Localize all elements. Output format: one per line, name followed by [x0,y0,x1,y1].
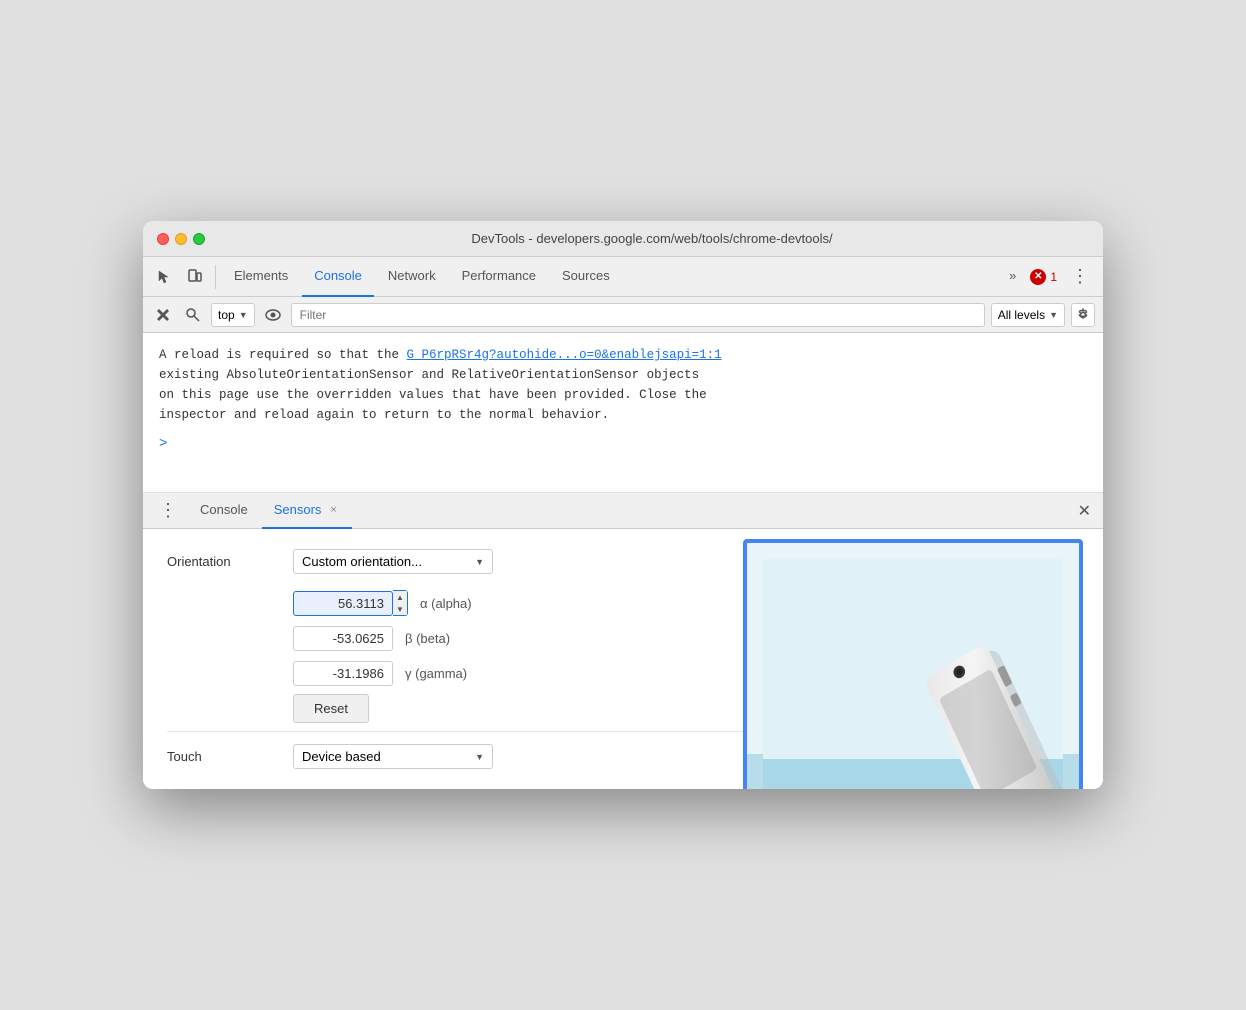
filter-input[interactable] [291,303,985,327]
close-sensors-tab-button[interactable]: × [327,503,339,517]
window-title: DevTools - developers.google.com/web/too… [215,231,1089,246]
console-message: A reload is required so that the G_P6rpR… [159,345,1087,365]
cursor-icon [157,269,173,285]
touch-dropdown-arrow-icon: ▼ [475,752,484,762]
alpha-label: α (alpha) [420,596,500,611]
kebab-icon: ⋮ [159,500,178,521]
close-button[interactable] [157,233,169,245]
more-options-button[interactable]: ⋮ [1065,266,1095,287]
toolbar-divider [215,265,216,289]
gamma-input[interactable]: -31.1986 [293,661,393,686]
device-visualization [747,543,1079,789]
orientation-label: Orientation [167,554,277,569]
touch-dropdown[interactable]: Device based ▼ [293,744,493,769]
sensors-content: Orientation Custom orientation... ▼ 56.3… [143,529,1103,789]
clear-icon [156,308,170,322]
filter-icon [186,308,200,322]
console-message-continuation: existing AbsoluteOrientationSensor and R… [159,365,1087,425]
spinner-buttons-alpha: ▲ ▼ [393,590,408,616]
gear-icon [1076,308,1090,322]
devtools-toolbar: Elements Console Network Performance Sou… [143,257,1103,297]
tab-network[interactable]: Network [376,257,448,297]
clear-console-button[interactable] [151,303,175,327]
eye-button[interactable] [261,303,285,327]
device-toolbar-button[interactable] [181,263,209,291]
tab-sources[interactable]: Sources [550,257,622,297]
console-output: A reload is required so that the G_P6rpR… [143,333,1103,493]
bottom-panel-menu[interactable]: ⋮ [151,500,186,521]
traffic-lights [157,233,205,245]
close-bottom-panel-button[interactable]: ✕ [1074,497,1095,525]
alpha-increment-button[interactable]: ▲ [393,591,407,603]
error-badge[interactable]: ✕ 1 [1030,269,1057,285]
dropdown-arrow-icon: ▼ [475,557,484,567]
tab-performance[interactable]: Performance [450,257,548,297]
minimize-button[interactable] [175,233,187,245]
filter-button[interactable] [181,303,205,327]
gamma-label: γ (gamma) [405,666,485,681]
bottom-tab-console[interactable]: Console [188,493,260,529]
alpha-spinner: 56.3113 ▲ ▼ [293,590,408,616]
tab-console[interactable]: Console [302,257,374,297]
tab-more[interactable]: » [997,257,1028,297]
context-selector[interactable]: top ▼ [211,303,255,327]
device-3d-overlay [743,539,1083,789]
maximize-button[interactable] [193,233,205,245]
reset-button[interactable]: Reset [293,694,369,723]
console-prompt[interactable]: > [159,433,1087,455]
inspect-element-button[interactable] [151,263,179,291]
devtools-window: DevTools - developers.google.com/web/too… [143,221,1103,789]
title-bar: DevTools - developers.google.com/web/too… [143,221,1103,257]
error-icon: ✕ [1030,269,1046,285]
alpha-input[interactable]: 56.3113 [293,591,393,616]
bottom-tabs-bar: ⋮ Console Sensors × ✕ [143,493,1103,529]
bottom-panel: ⋮ Console Sensors × ✕ Orientation Custom… [143,493,1103,789]
alpha-decrement-button[interactable]: ▼ [393,603,407,615]
bottom-tab-sensors[interactable]: Sensors × [262,493,352,529]
beta-input[interactable]: -53.0625 [293,626,393,651]
beta-label: β (beta) [405,631,485,646]
orientation-dropdown[interactable]: Custom orientation... ▼ [293,549,493,574]
console-link[interactable]: G_P6rpRSr4g?autohide...o=0&enablejsapi=1… [407,348,722,362]
eye-icon [265,309,281,321]
tab-elements[interactable]: Elements [222,257,300,297]
chevron-down-icon: ▼ [239,310,248,320]
console-toolbar: top ▼ All levels ▼ [143,297,1103,333]
settings-button[interactable] [1071,303,1095,327]
device-icon [187,269,203,285]
chevron-down-icon-levels: ▼ [1049,310,1058,320]
levels-selector[interactable]: All levels ▼ [991,303,1065,327]
touch-label: Touch [167,749,277,764]
phone-svg [763,559,1063,789]
